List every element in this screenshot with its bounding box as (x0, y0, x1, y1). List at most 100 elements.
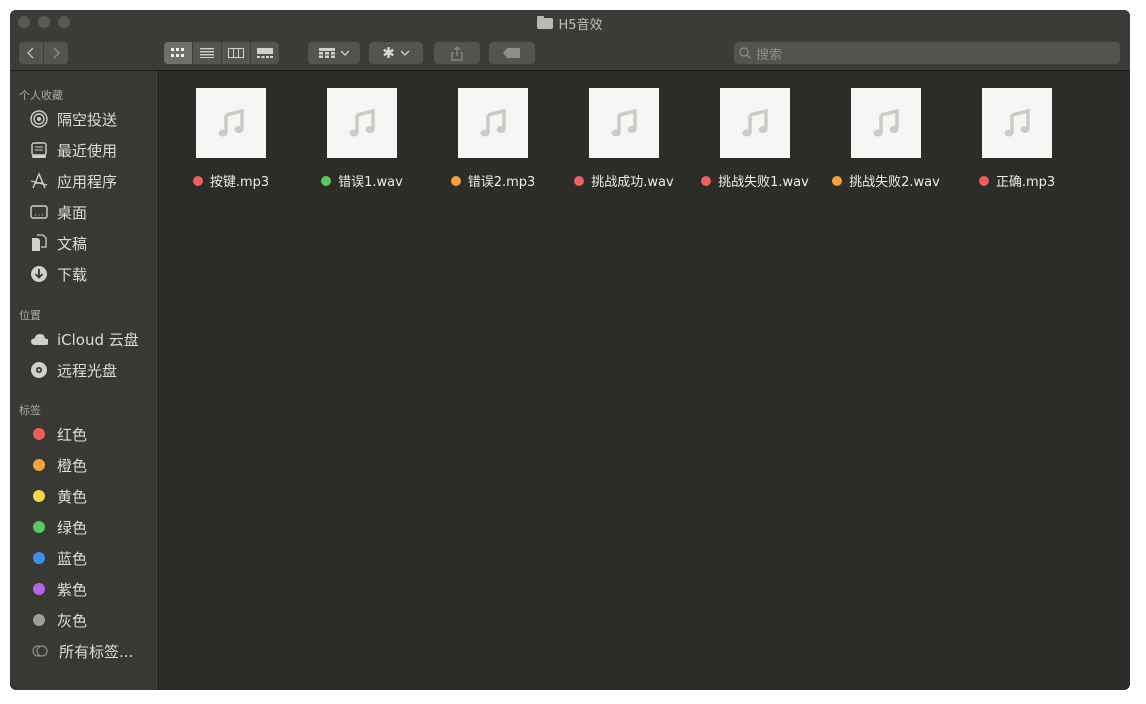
sidebar-item-label: 蓝色 (57, 549, 88, 568)
chevron-down-icon (400, 50, 410, 56)
sidebar-item-applications[interactable]: 应用程序 (10, 168, 158, 194)
sidebar-item-downloads[interactable]: 下载 (10, 261, 158, 287)
action-button[interactable]: ✱ (369, 42, 423, 64)
sidebar-item-tag-purple[interactable]: 紫色 (10, 576, 158, 602)
file-grid: 按键.mp3 错误1.wav 错误2.mp3 挑战成功.wav 挑战失败1.wa… (159, 71, 1130, 690)
sidebar-item-label: iCloud 云盘 (57, 330, 139, 349)
tag-color-dot (33, 583, 45, 595)
gear-icon: ✱ (382, 44, 395, 62)
share-button[interactable] (434, 42, 480, 64)
tag-button[interactable] (489, 42, 535, 64)
audio-file-icon (458, 88, 528, 158)
tag-dot (701, 175, 712, 186)
cloud-icon (30, 330, 48, 348)
sidebar-item-label: 远程光盘 (57, 361, 118, 380)
finder-window: H5音效 ✱ 搜索 个人收藏 隔空投送 最近使用 应用程序 桌面 文稿 下载 位… (10, 10, 1130, 690)
tag-color-dot (33, 490, 45, 502)
tag-color-dot (33, 552, 45, 564)
file-name: 错误2.mp3 (467, 175, 536, 190)
airdrop-icon (30, 110, 48, 128)
sidebar-item-tag-red[interactable]: 红色 (10, 421, 158, 447)
list-view-button[interactable] (193, 42, 222, 64)
file-label: 错误1.wav (321, 171, 403, 190)
file-name: 挑战失败1.wav (718, 175, 809, 190)
audio-file-icon (982, 88, 1052, 158)
file-label: 挑战失败2.wav (832, 171, 940, 190)
nav-buttons (19, 42, 68, 64)
file-label: 挑战失败1.wav (701, 171, 809, 190)
sidebar-item-remote-disc[interactable]: 远程光盘 (10, 357, 158, 383)
tag-dot (321, 175, 332, 186)
audio-file-icon (327, 88, 397, 158)
tag-dot (192, 175, 203, 186)
list-view-icon (200, 48, 214, 58)
search-icon (739, 47, 751, 59)
file-name: 挑战成功.wav (591, 175, 674, 190)
forward-button[interactable] (44, 42, 68, 64)
file-item[interactable]: 挑战失败2.wav (821, 88, 951, 190)
sidebar-item-recents[interactable]: 最近使用 (10, 137, 158, 163)
applications-icon (30, 172, 48, 190)
file-item[interactable]: 按键.mp3 (166, 88, 296, 190)
gallery-view-icon (257, 48, 273, 58)
file-name: 错误1.wav (338, 175, 403, 190)
view-mode-segment (164, 42, 279, 64)
sidebar-item-desktop[interactable]: 桌面 (10, 199, 158, 225)
file-name: 挑战失败2.wav (849, 175, 940, 190)
search-placeholder: 搜索 (756, 47, 783, 63)
back-button[interactable] (19, 42, 44, 64)
audio-file-icon (589, 88, 659, 158)
sidebar-item-tag-yellow[interactable]: 黄色 (10, 483, 158, 509)
search-field[interactable]: 搜索 (734, 42, 1120, 64)
chevron-left-icon (27, 47, 34, 59)
sidebar-item-label: 绿色 (57, 518, 88, 537)
sidebar-item-tag-orange[interactable]: 橙色 (10, 452, 158, 478)
file-item[interactable]: 错误1.wav (297, 88, 427, 190)
tag-color-dot (33, 428, 45, 440)
file-name: 按键.mp3 (209, 175, 270, 190)
sidebar-item-tag-green[interactable]: 绿色 (10, 514, 158, 540)
file-item[interactable]: 挑战失败1.wav (690, 88, 820, 190)
file-item[interactable]: 正确.mp3 (952, 88, 1082, 190)
group-button[interactable] (308, 42, 360, 64)
window-title: H5音效 (10, 10, 1130, 36)
sidebar-item-label: 应用程序 (57, 172, 118, 191)
sidebar-item-label: 隔空投送 (57, 110, 118, 129)
sidebar-item-label: 黄色 (57, 487, 88, 506)
sidebar-section-tags: 标签 (19, 404, 41, 417)
column-view-icon (228, 48, 244, 58)
sidebar: 个人收藏 隔空投送 最近使用 应用程序 桌面 文稿 下载 位置 iCloud 云… (10, 71, 159, 690)
sidebar-item-label: 最近使用 (57, 141, 118, 160)
tag-dot (450, 175, 461, 186)
file-name: 正确.mp3 (995, 175, 1056, 190)
gallery-view-button[interactable] (251, 42, 279, 64)
tag-dot (832, 175, 843, 186)
sidebar-item-documents[interactable]: 文稿 (10, 230, 158, 256)
sidebar-item-label: 所有标签... (59, 642, 134, 661)
sidebar-item-airdrop[interactable]: 隔空投送 (10, 106, 158, 132)
file-label: 错误2.mp3 (450, 171, 536, 190)
tag-dot (978, 175, 989, 186)
sidebar-item-icloud[interactable]: iCloud 云盘 (10, 326, 158, 352)
sidebar-item-tag-blue[interactable]: 蓝色 (10, 545, 158, 571)
group-icon (318, 48, 335, 58)
desktop-icon (30, 203, 48, 221)
sidebar-section-favorites: 个人收藏 (19, 89, 63, 102)
sidebar-section-locations: 位置 (19, 309, 41, 322)
sidebar-item-all-tags[interactable]: 所有标签... (10, 638, 158, 664)
file-item[interactable]: 错误2.mp3 (428, 88, 558, 190)
tag-color-dot (33, 459, 45, 471)
sidebar-item-tag-gray[interactable]: 灰色 (10, 607, 158, 633)
file-item[interactable]: 挑战成功.wav (559, 88, 689, 190)
downloads-icon (30, 265, 48, 283)
all-tags-icon (31, 642, 49, 660)
chevron-right-icon (53, 47, 60, 59)
icon-view-button[interactable] (164, 42, 193, 64)
sidebar-item-label: 红色 (57, 425, 88, 444)
sidebar-item-label: 橙色 (57, 456, 88, 475)
audio-file-icon (196, 88, 266, 158)
share-icon (451, 45, 463, 61)
file-label: 按键.mp3 (192, 171, 270, 190)
column-view-button[interactable] (222, 42, 251, 64)
title-bar: H5音效 (10, 10, 1130, 36)
